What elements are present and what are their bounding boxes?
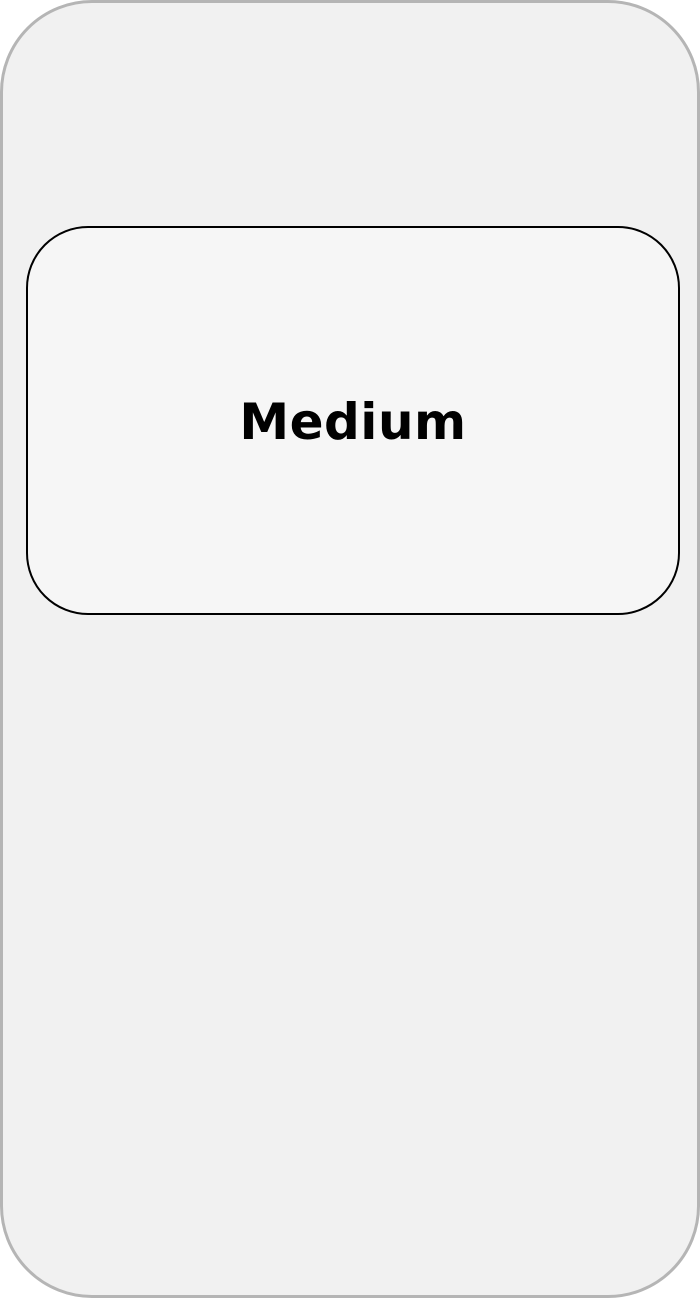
medium-option-label: Medium bbox=[239, 392, 467, 451]
medium-option-card[interactable]: Medium bbox=[26, 226, 680, 615]
device-screen: Medium bbox=[0, 0, 700, 1298]
